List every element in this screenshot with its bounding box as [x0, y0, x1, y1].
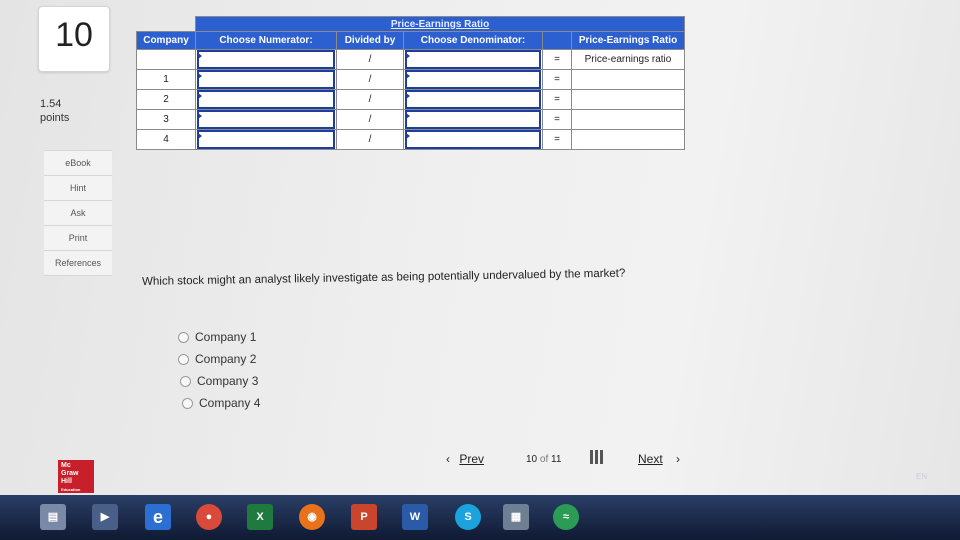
equals-sign: = [542, 129, 572, 150]
option-company-1[interactable]: Company 1 [178, 326, 260, 348]
table-row: 3 / = [136, 109, 685, 130]
grid-view-icon[interactable] [590, 450, 604, 464]
ratio-label: Price-earnings ratio [571, 49, 685, 70]
table-row: 2 / = [136, 89, 685, 110]
numerator-input[interactable] [197, 70, 335, 89]
company-number: 2 [136, 89, 196, 110]
answer-options: Company 1 Company 2 Company 3 Company 4 [178, 326, 260, 414]
radio-button[interactable] [178, 353, 189, 365]
header-denominator: Choose Denominator: [403, 31, 543, 50]
header-company: Company [136, 31, 196, 50]
numerator-input[interactable] [197, 110, 335, 129]
page-counter: 10 of 11 [526, 454, 562, 465]
header-numerator: Choose Numerator: [195, 31, 337, 50]
pe-ratio-table: Price-Earnings Ratio Company Choose Nume… [136, 16, 685, 150]
references-button[interactable]: References [44, 251, 112, 276]
company-number: 4 [136, 129, 196, 150]
chevron-left-icon: ‹ [446, 452, 450, 466]
equals-sign: = [542, 69, 572, 90]
numerator-input[interactable] [197, 90, 335, 109]
ask-button[interactable]: Ask [44, 201, 112, 226]
divide-sign: / [336, 89, 404, 110]
prev-button[interactable]: ‹ Prev [446, 452, 484, 466]
denominator-input[interactable] [405, 90, 541, 109]
media-player-icon[interactable]: ▶ [92, 504, 118, 530]
hint-button[interactable]: Hint [44, 176, 112, 201]
excel-icon[interactable]: X [247, 504, 273, 530]
company-number: 3 [136, 109, 196, 130]
denominator-input[interactable] [405, 130, 541, 149]
question-number: 10 [38, 6, 110, 72]
equals-sign: = [542, 49, 572, 70]
divide-sign: / [336, 129, 404, 150]
mcgraw-hill-logo: Mc Graw Hill Education [58, 460, 94, 493]
print-button[interactable]: Print [44, 226, 112, 251]
formula-row: / = Price-earnings ratio [136, 49, 685, 70]
points-display: 1.54 points [40, 97, 69, 125]
edge-icon[interactable]: e [145, 504, 171, 530]
question-text: Which stock might an analyst likely inve… [142, 267, 626, 288]
divide-sign: / [336, 109, 404, 130]
firefox-icon[interactable]: ◉ [299, 504, 325, 530]
next-button[interactable]: Next › [638, 452, 680, 466]
option-company-2[interactable]: Company 2 [178, 348, 260, 370]
file-explorer-icon[interactable]: ▤ [40, 504, 66, 530]
chevron-right-icon: › [676, 452, 681, 466]
table-row: 1 / = [136, 69, 685, 90]
denominator-dropdown[interactable] [405, 50, 541, 69]
calculator-icon[interactable]: ▦ [503, 504, 529, 530]
divide-sign: / [336, 69, 404, 90]
side-tools: eBook Hint Ask Print References [44, 150, 112, 276]
divide-sign: / [336, 49, 404, 70]
points-label: points [40, 112, 70, 124]
chrome-icon[interactable]: ● [196, 504, 222, 530]
skype-icon[interactable]: S [455, 504, 481, 530]
wifi-icon[interactable]: ≈ [553, 504, 579, 530]
numerator-dropdown[interactable] [197, 50, 335, 69]
denominator-input[interactable] [405, 110, 541, 129]
radio-button[interactable] [178, 331, 189, 343]
ratio-input[interactable] [571, 69, 685, 90]
option-company-3[interactable]: Company 3 [180, 370, 260, 392]
ratio-input[interactable] [571, 89, 685, 110]
points-value: 1.54 [40, 98, 62, 110]
language-indicator: EN [916, 472, 928, 481]
denominator-input[interactable] [405, 70, 541, 89]
radio-button[interactable] [180, 375, 191, 387]
table-row: 4 / = [136, 129, 685, 150]
powerpoint-icon[interactable]: P [351, 504, 377, 530]
numerator-input[interactable] [197, 130, 335, 149]
header-ratio: Price-Earnings Ratio [571, 31, 685, 50]
equals-sign: = [542, 109, 572, 130]
browser-content: 10 1.54 points eBook Hint Ask Print Refe… [0, 0, 960, 495]
header-divided-by: Divided by [336, 31, 404, 50]
ratio-input[interactable] [571, 109, 685, 130]
equals-sign: = [542, 89, 572, 110]
company-number: 1 [136, 69, 196, 90]
table-title: Price-Earnings Ratio [195, 16, 685, 32]
option-company-4[interactable]: Company 4 [182, 392, 260, 414]
radio-button[interactable] [182, 397, 193, 409]
ebook-button[interactable]: eBook [44, 150, 112, 176]
word-icon[interactable]: W [402, 504, 428, 530]
ratio-input[interactable] [571, 129, 685, 150]
